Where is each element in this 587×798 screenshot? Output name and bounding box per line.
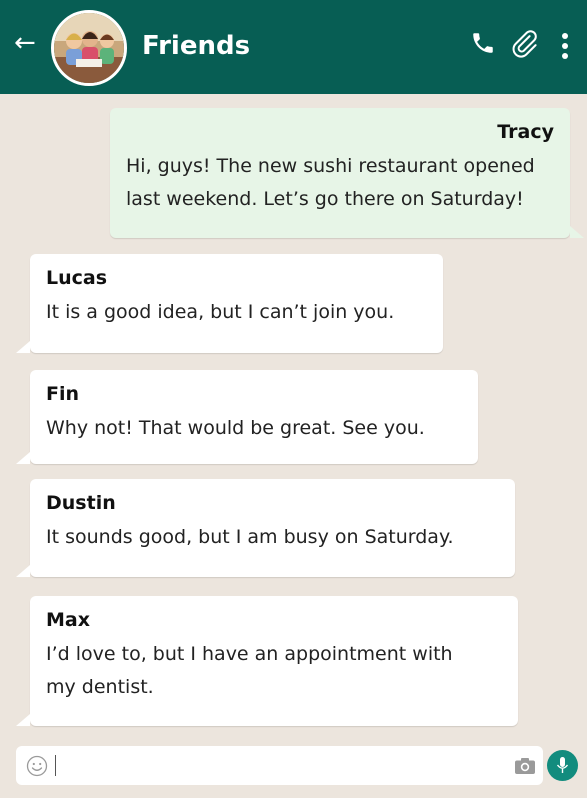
message-sender: Tracy	[497, 121, 554, 143]
message-line: Hi, guys! The new sushi restaurant opene…	[126, 155, 535, 177]
group-avatar[interactable]	[51, 10, 127, 86]
mic-icon	[556, 757, 569, 779]
message-sender: Max	[46, 609, 90, 631]
message-bubble-incoming[interactable]: Max I’d love to, but I have an appointme…	[16, 596, 518, 726]
message-line: It is a good idea, but I can’t join you.	[46, 301, 395, 323]
emoji-icon[interactable]	[26, 755, 48, 781]
message-line: Why not! That would be great. See you.	[46, 417, 425, 439]
bubble-tail	[16, 714, 30, 726]
message-bubble-outgoing[interactable]: Tracy Hi, guys! The new sushi restaurant…	[110, 108, 584, 238]
paperclip-icon[interactable]	[509, 28, 539, 62]
chat-header: ← Friends	[0, 0, 587, 94]
message-line: It sounds good, but I am busy on Saturda…	[46, 526, 454, 548]
bubble-tail	[16, 341, 30, 353]
message-bubble-incoming[interactable]: Dustin It sounds good, but I am busy on …	[16, 479, 515, 577]
message-bubble-incoming[interactable]: Lucas It is a good idea, but I can’t joi…	[16, 254, 443, 353]
group-photo-icon	[54, 13, 124, 83]
message-input[interactable]	[16, 746, 543, 785]
message-bubble-incoming[interactable]: Fin Why not! That would be great. See yo…	[16, 370, 478, 464]
message-line: I’d love to, but I have an appointment w…	[46, 643, 453, 665]
camera-icon[interactable]	[514, 757, 536, 779]
call-icon[interactable]	[470, 30, 496, 60]
message-line: last weekend. Let’s go there on Saturday…	[126, 188, 524, 210]
bubble-tail	[570, 226, 584, 238]
text-cursor	[55, 755, 56, 776]
bubble-tail	[16, 452, 30, 464]
message-line: my dentist.	[46, 676, 154, 698]
message-sender: Dustin	[46, 492, 116, 514]
message-sender: Lucas	[46, 267, 108, 289]
bubble-tail	[16, 565, 30, 577]
back-arrow-icon[interactable]: ←	[14, 30, 36, 56]
message-sender: Fin	[46, 383, 80, 405]
chat-title[interactable]: Friends	[142, 31, 250, 61]
more-vert-icon[interactable]	[560, 32, 570, 64]
mic-button[interactable]	[547, 750, 578, 781]
